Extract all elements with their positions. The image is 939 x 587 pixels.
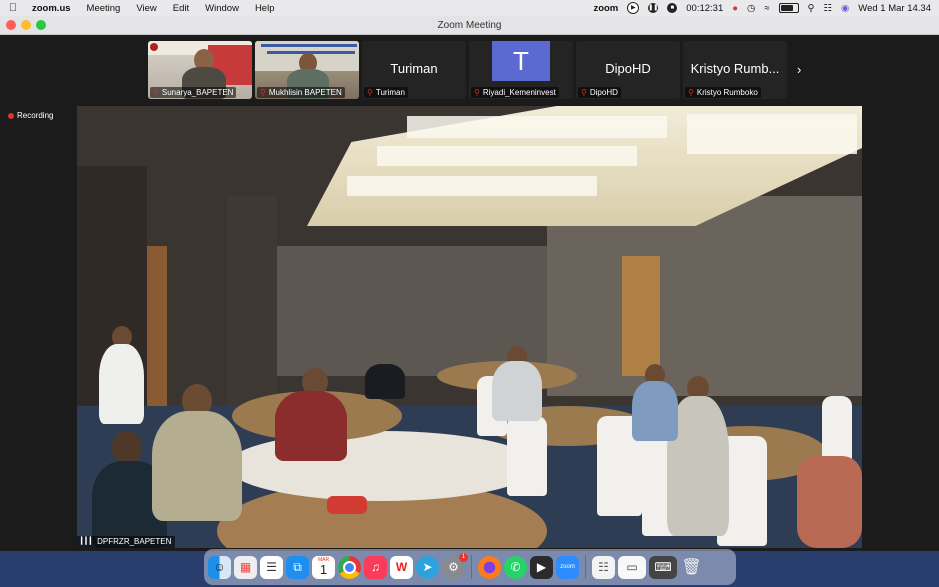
music-icon[interactable]: ♫ [364, 555, 387, 579]
clock-datetime[interactable]: Wed 1 Mar 14.34 [858, 3, 931, 14]
fullscreen-window-button[interactable] [36, 20, 46, 30]
siri-icon[interactable]: ◉ [841, 3, 849, 14]
mic-muted-icon: ⚲ [153, 88, 159, 97]
participant-display-name: DipoHD [605, 61, 651, 76]
participant-tile[interactable]: DipoHD ⚲ DipoHD [576, 41, 680, 99]
mic-muted-icon: ⚲ [688, 88, 694, 97]
menu-window[interactable]: Window [197, 3, 247, 14]
meeting-content: ⚲ Sunarya_BAPETEN ⚲ Mukhlisin BAPETEN Turi… [0, 35, 939, 551]
video-name-label: ▎▎▎ DPFRZR_BAPETEN [77, 536, 176, 548]
participant-display-name: Kristyo Rumb... [690, 61, 780, 76]
zoom-icon[interactable]: zoom [556, 555, 579, 579]
control-center-icon[interactable]: ☷ [823, 3, 832, 14]
participant-tile[interactable]: Turiman ⚲ Turiman [362, 41, 466, 99]
play-icon[interactable]: ▶ [627, 2, 640, 14]
trash-icon[interactable]: 🗑 [680, 556, 703, 579]
recording-timer: 00:12:31 [686, 2, 724, 14]
participant-display-name: Turiman [390, 61, 438, 76]
search-icon[interactable]: ⚲ [808, 3, 815, 14]
keyboard-icon[interactable]: ⌨ [649, 555, 677, 579]
menu-view[interactable]: View [128, 3, 164, 14]
participant-tile[interactable]: T ⚲ Riyadi_Kemeninvest [469, 41, 573, 99]
minimize-window-button[interactable] [21, 20, 31, 30]
dock: ☺ ▦ ☰ ⧉ MAR 1 ♫ W ➤ ⚙ 1 ✆ ▶ zoom ☷ ▭ ⌨ 🗑 [204, 549, 736, 585]
stop-icon[interactable]: ■ [667, 3, 678, 13]
apple-icon[interactable]:  [0, 2, 26, 14]
menu-bar:  zoom.us Meeting View Edit Window Help … [0, 0, 939, 16]
window-title: Zoom Meeting [437, 19, 502, 31]
clock-icon[interactable]: ◷ [747, 3, 755, 14]
mic-muted-icon: ⚲ [260, 88, 266, 97]
dock-separator [585, 555, 586, 579]
main-video[interactable]: ▎▎▎ DPFRZR_BAPETEN [77, 106, 862, 548]
participant-name-label: ⚲ Turiman [364, 87, 408, 98]
participant-name-label: ⚲ Mukhlisin BAPETEN [257, 87, 345, 98]
app-menu-zoom[interactable]: zoom.us [26, 3, 79, 14]
launchpad-icon[interactable]: ▦ [234, 555, 257, 579]
preview-icon[interactable]: ☷ [592, 555, 615, 579]
telegram-icon[interactable]: ➤ [416, 555, 439, 579]
participant-name-label: ⚲ Sunarya_BAPETEN [150, 87, 237, 98]
dock-separator [471, 555, 472, 579]
mic-muted-icon: ⚲ [367, 88, 373, 97]
system-settings-icon[interactable]: ⚙ 1 [442, 552, 468, 579]
wifi-icon[interactable]: ≈ [764, 3, 769, 14]
title-bar[interactable]: Zoom Meeting [0, 16, 939, 35]
wps-office-icon[interactable]: W [390, 555, 413, 579]
menu-edit[interactable]: Edit [165, 3, 197, 14]
zoom-status-label[interactable]: zoom [593, 3, 618, 14]
zoom-window: Zoom Meeting ⚲ Sunarya_BAPETEN ⚲ Mukhlisin… [0, 16, 939, 551]
participant-tile[interactable]: Kristyo Rumb... ⚲ Kristyo Rumboko [683, 41, 787, 99]
participant-name-label: ⚲ DipoHD [578, 87, 621, 98]
recording-indicator[interactable]: Recording [8, 111, 53, 120]
recording-dot-icon [8, 112, 14, 119]
battery-icon[interactable] [778, 3, 799, 13]
chrome-icon[interactable] [338, 555, 361, 579]
participant-name-label: ⚲ Riyadi_Kemeninvest [471, 87, 559, 98]
reminders-icon[interactable]: ☰ [260, 555, 283, 579]
facetime-icon[interactable]: ▶ [530, 555, 553, 579]
menu-meeting[interactable]: Meeting [79, 3, 129, 14]
safari-icon[interactable]: ⧉ [286, 555, 309, 579]
mic-muted-icon: ⚲ [581, 88, 587, 97]
whatsapp-icon[interactable]: ✆ [504, 555, 527, 579]
screenshot-icon[interactable]: ▭ [618, 555, 646, 579]
participant-tile[interactable]: ⚲ Sunarya_BAPETEN [148, 41, 252, 99]
close-window-button[interactable] [6, 20, 16, 30]
notification-badge: 1 [459, 552, 468, 562]
menu-help[interactable]: Help [247, 3, 283, 14]
signal-strength-icon: ▎▎▎ [81, 538, 95, 545]
finder-icon[interactable]: ☺ [208, 555, 231, 579]
participant-name-label: ⚲ Kristyo Rumboko [685, 87, 761, 98]
participant-avatar: T [492, 41, 550, 81]
participant-strip: ⚲ Sunarya_BAPETEN ⚲ Mukhlisin BAPETEN Turi… [148, 41, 787, 99]
mic-muted-icon: ⚲ [474, 88, 480, 97]
chevron-right-icon[interactable]: › [797, 62, 801, 77]
firefox-icon[interactable] [478, 555, 501, 579]
calendar-icon[interactable]: MAR 1 [312, 555, 335, 579]
notification-icon[interactable]: ● [732, 3, 738, 14]
participant-tile[interactable]: ⚲ Mukhlisin BAPETEN [255, 41, 359, 99]
pause-icon[interactable]: ❚❚ [648, 3, 658, 13]
